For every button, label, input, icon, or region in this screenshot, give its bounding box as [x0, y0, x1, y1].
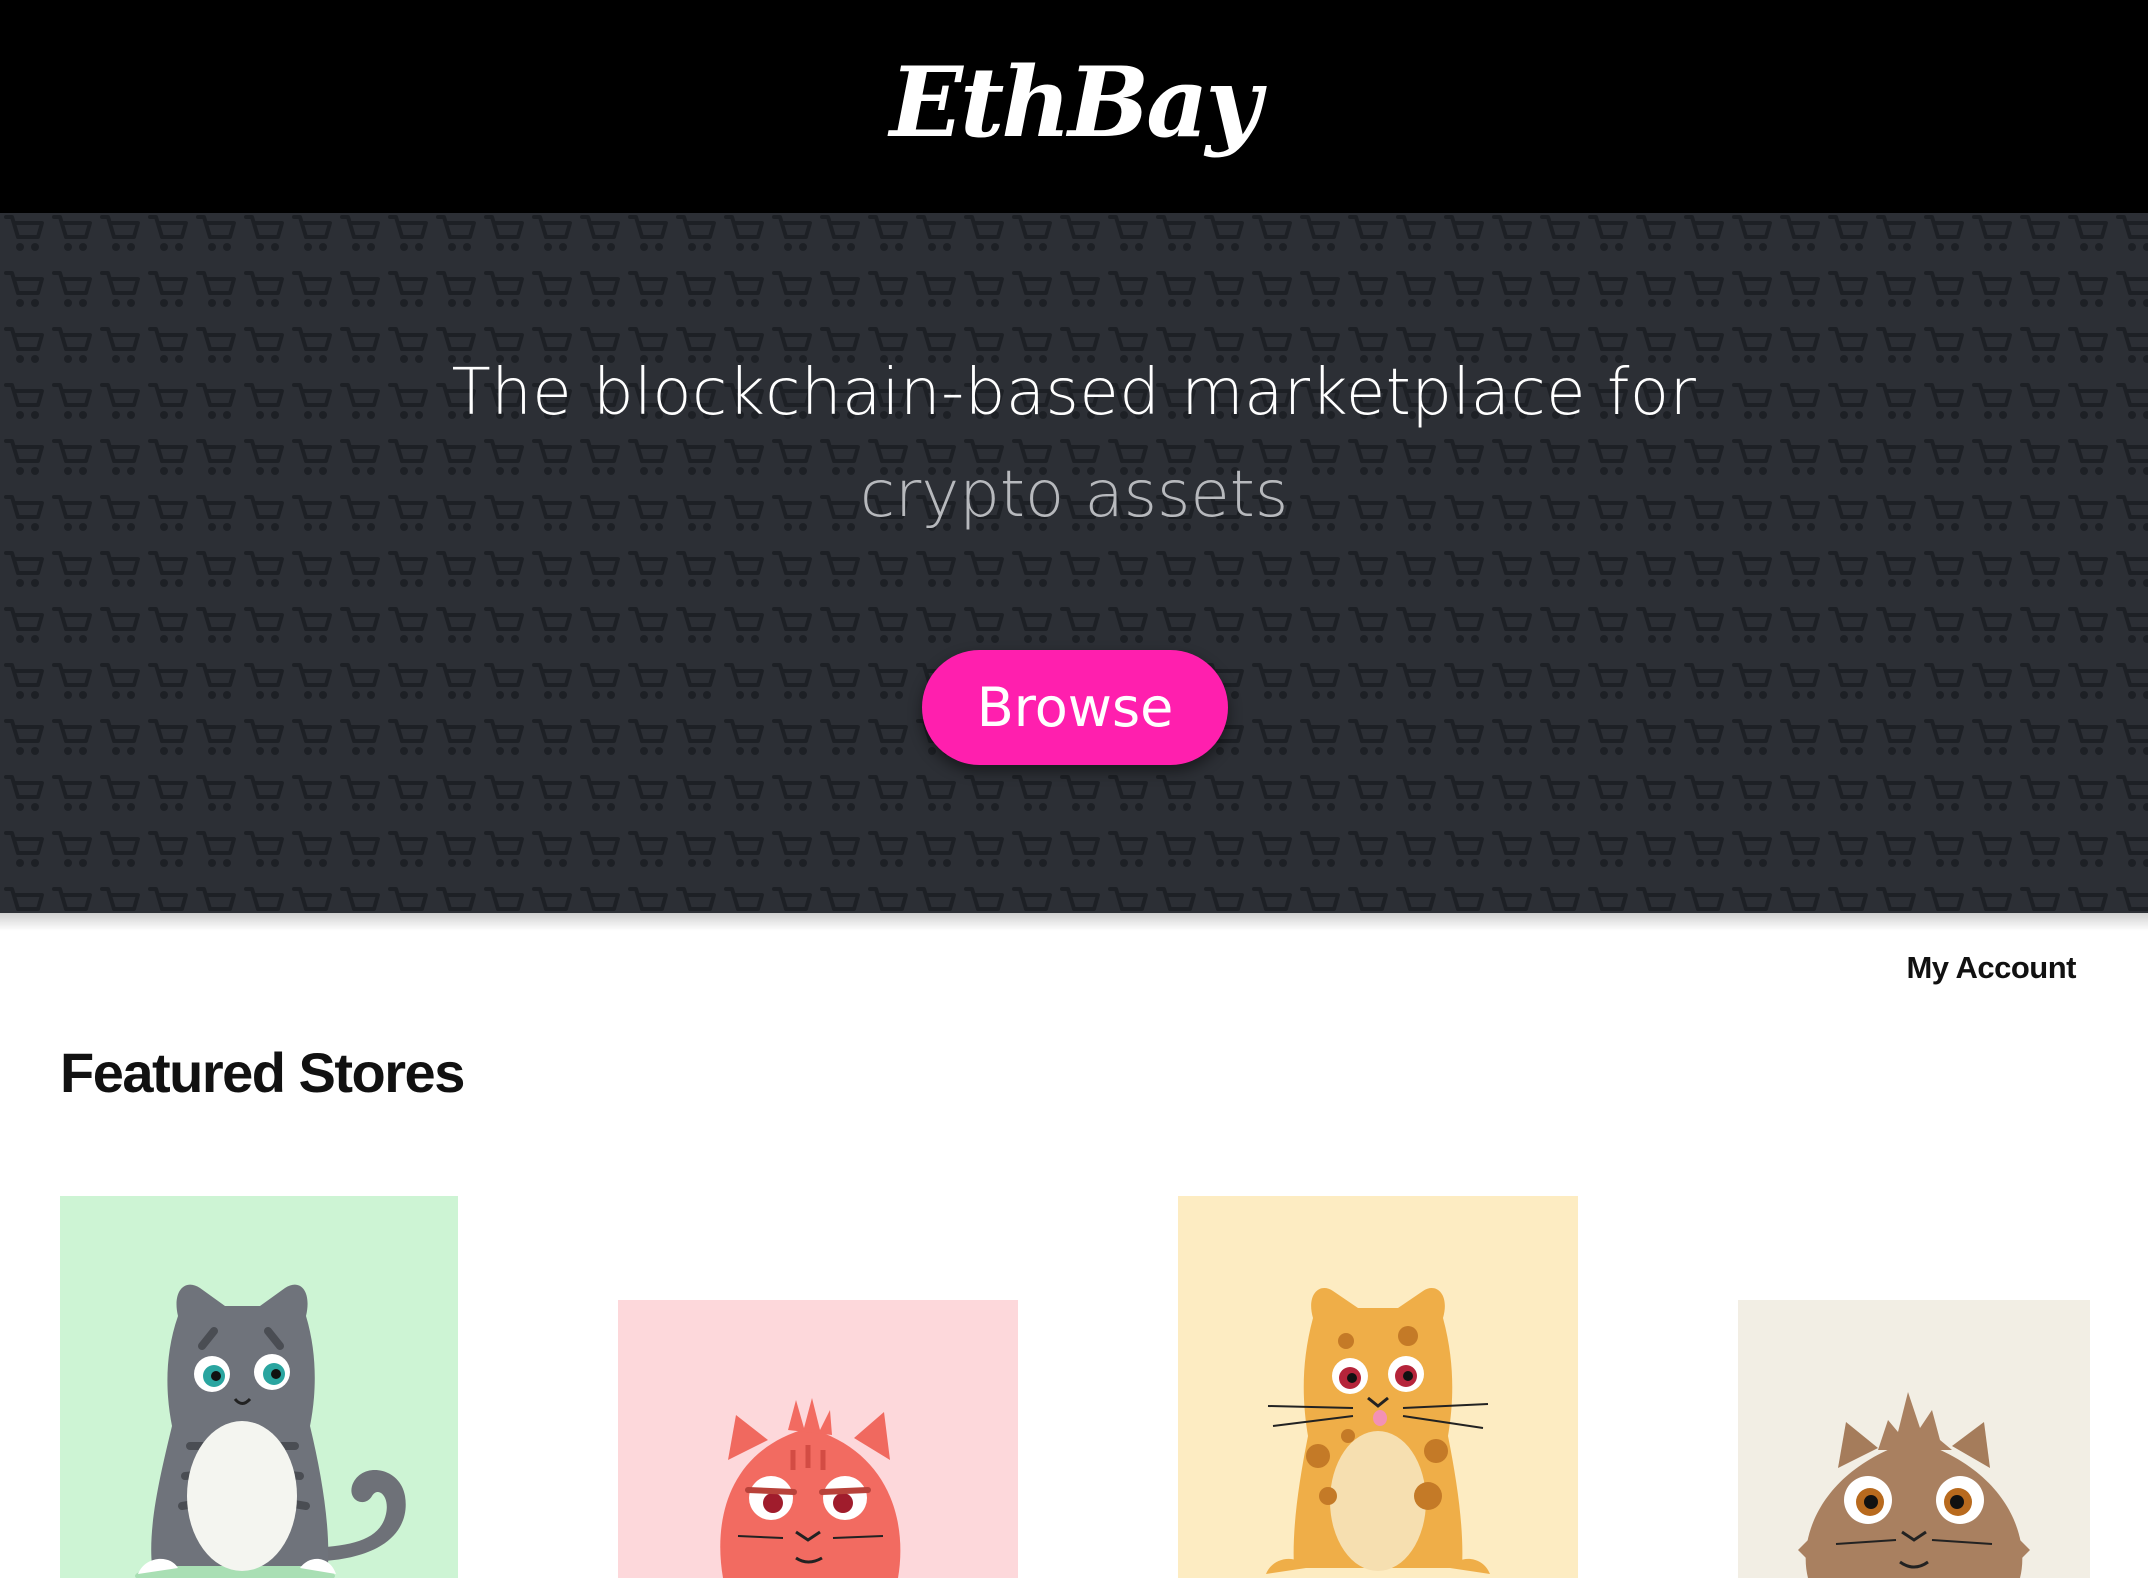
- gray-tabby-cat-image: [135, 1284, 406, 1578]
- brown-fluffy-cat-image: [1798, 1392, 2030, 1578]
- hero-shadow: [0, 913, 2148, 931]
- top-header: EthBay: [0, 0, 2148, 213]
- hero-title: The blockchain-based marketplace for: [451, 356, 1697, 430]
- featured-stores-heading: Featured Stores: [60, 1041, 465, 1104]
- my-account-link[interactable]: My Account: [1906, 950, 2076, 986]
- store-card-red-grumpy-cat[interactable]: [618, 1300, 1018, 1578]
- store-card-brown-fluffy-cat[interactable]: [1738, 1300, 2090, 1578]
- store-card-orange-spotted-cat[interactable]: [1178, 1196, 1578, 1578]
- store-card-gray-tabby-cat[interactable]: [60, 1196, 458, 1578]
- hero-subtitle: crypto assets: [859, 458, 1289, 532]
- red-grumpy-cat-image: [720, 1398, 901, 1578]
- browse-button[interactable]: Browse: [922, 650, 1228, 765]
- ethbay-logo[interactable]: EthBay: [0, 38, 2148, 168]
- shopping-cart-pattern: [0, 213, 2148, 913]
- orange-spotted-cat-image: [1266, 1288, 1490, 1574]
- hero-banner: The blockchain-based marketplace for cry…: [0, 213, 2148, 913]
